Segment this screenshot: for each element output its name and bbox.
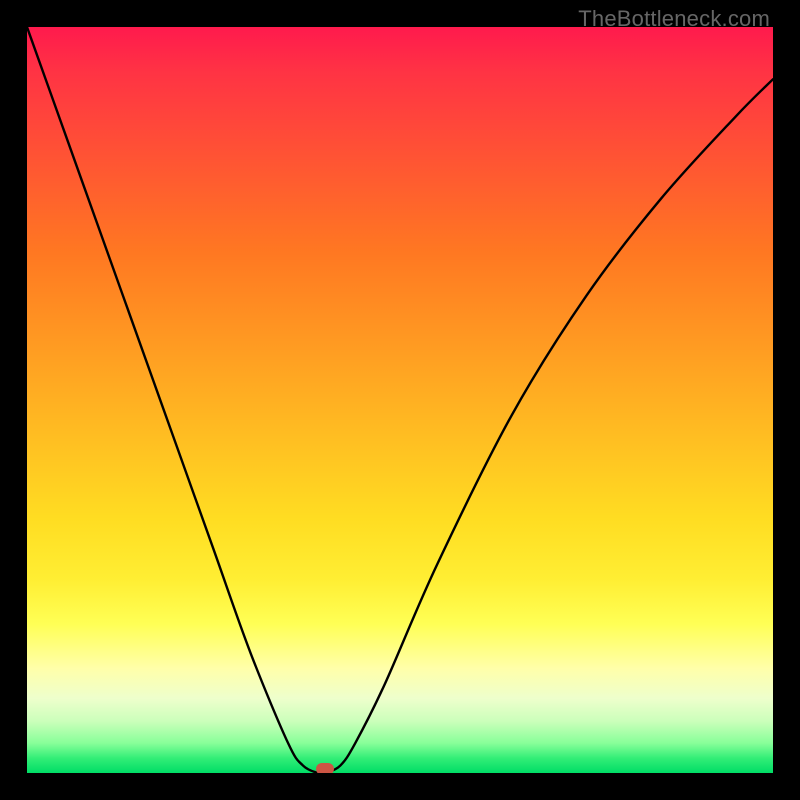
watermark-text: TheBottleneck.com <box>578 6 770 32</box>
curve-layer <box>27 27 773 773</box>
optimal-marker <box>316 763 334 773</box>
bottleneck-curve <box>27 27 773 773</box>
plot-area <box>27 27 773 773</box>
